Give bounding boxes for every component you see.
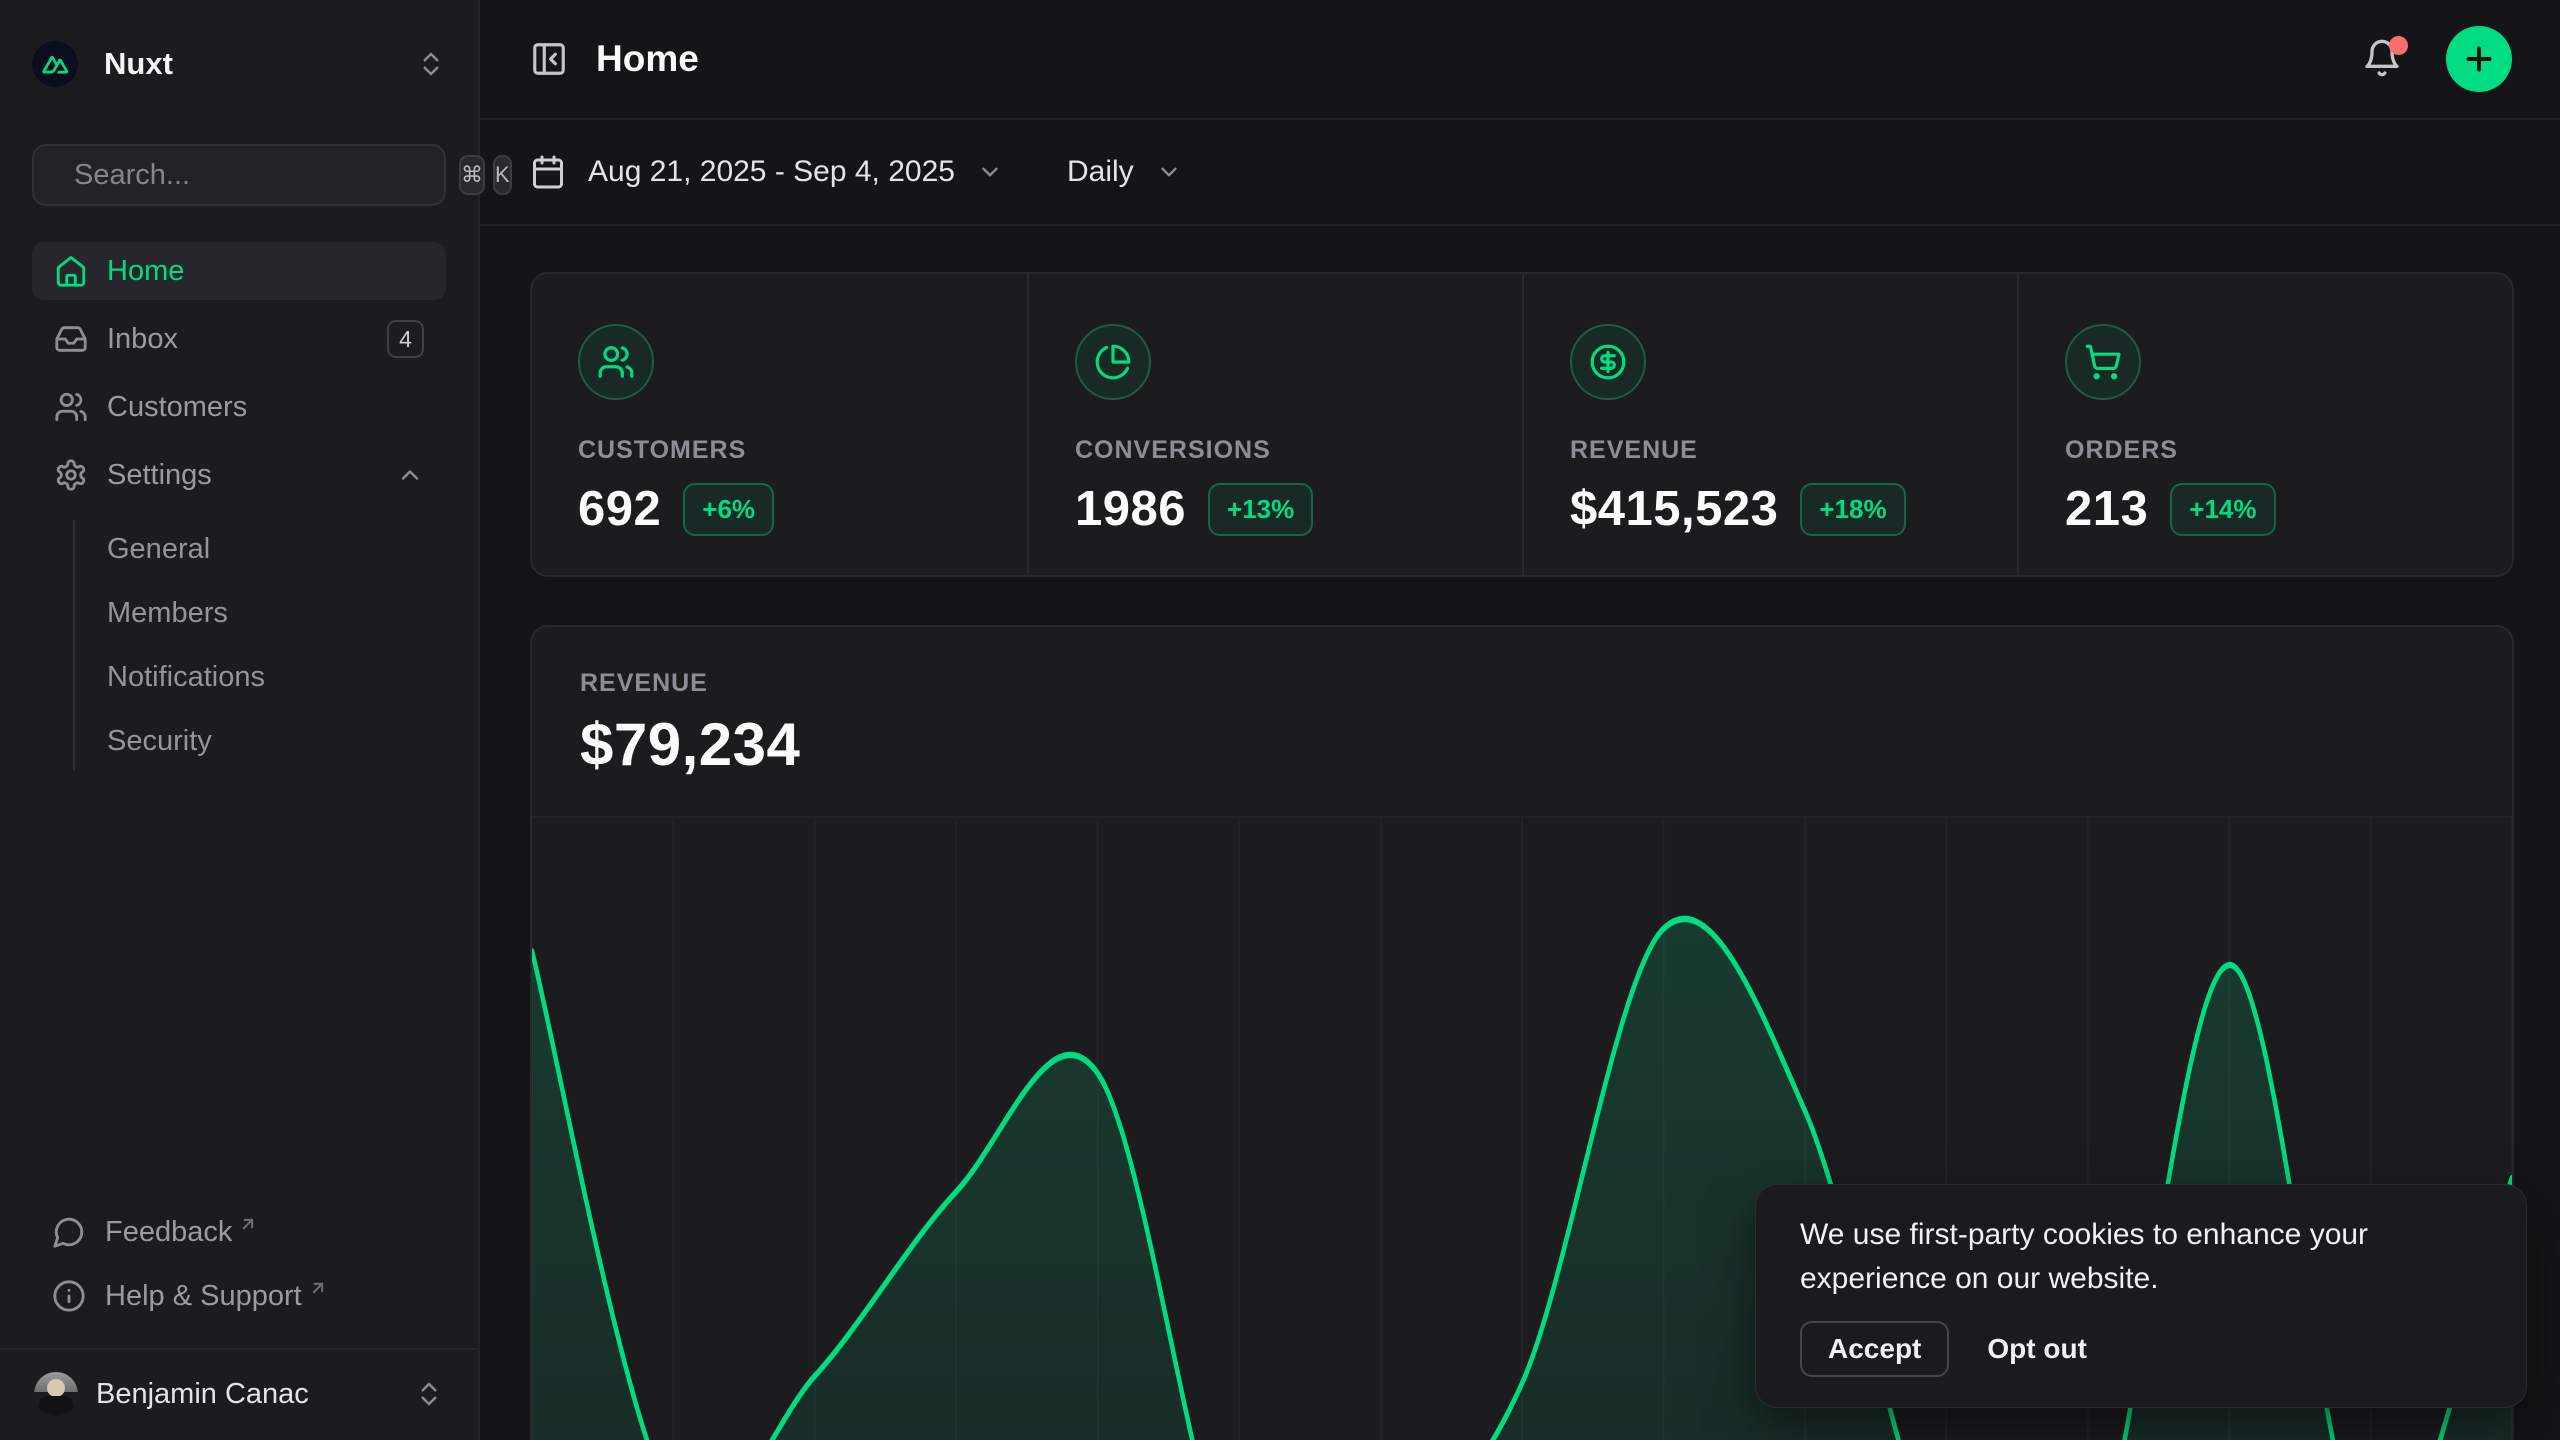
date-range-value: Aug 21, 2025 - Sep 4, 2025 (588, 155, 955, 189)
submenu-label: Members (107, 597, 228, 630)
stat-revenue[interactable]: REVENUE $415,523 +18% (1522, 274, 2017, 575)
nuxt-logo-icon (32, 41, 78, 87)
users-icon (578, 324, 654, 400)
help-support-label: Help & Support (105, 1280, 302, 1313)
cookie-banner: We use first-party cookies to enhance yo… (1755, 1184, 2527, 1408)
cookie-message: We use first-party cookies to enhance yo… (1800, 1213, 2482, 1301)
search-input[interactable] (74, 159, 451, 192)
workspace-switcher[interactable]: Nuxt (32, 32, 446, 96)
pie-chart-icon (1075, 324, 1151, 400)
workspace-name: Nuxt (104, 46, 416, 82)
search-box[interactable]: ⌘ K (32, 144, 446, 206)
sidebar-item-security[interactable]: Security (105, 712, 446, 770)
notification-dot (2389, 36, 2408, 55)
stat-value: $415,523 (1570, 481, 1778, 537)
sidebar-item-label: Home (107, 255, 184, 288)
sidebar-item-home[interactable]: Home (32, 242, 446, 300)
sidebar-item-inbox[interactable]: Inbox 4 (32, 310, 446, 368)
plus-icon (2461, 41, 2497, 77)
chevron-down-icon (1156, 159, 1182, 185)
main-area: Home Aug 21, 2025 - Sep 4, 2025 Daily (480, 0, 2560, 1440)
sidebar-bottom: Feedback Help & Support Benjamin Canac (0, 1204, 478, 1440)
shopping-cart-icon (2065, 324, 2141, 400)
stat-value: 1986 (1075, 481, 1186, 537)
sidebar-item-members[interactable]: Members (105, 584, 446, 642)
message-circle-icon (52, 1215, 86, 1249)
chevron-down-icon (977, 159, 1003, 185)
sidebar-item-notifications[interactable]: Notifications (105, 648, 446, 706)
submenu-label: General (107, 533, 210, 566)
stat-conversions[interactable]: CONVERSIONS 1986 +13% (1027, 274, 1522, 575)
stat-delta-badge: +14% (2170, 483, 2275, 536)
add-button[interactable] (2446, 26, 2512, 92)
stats-card: CUSTOMERS 692 +6% CONVERSIONS 1986 +13% (530, 272, 2514, 577)
panel-left-close-icon (530, 40, 568, 78)
sidebar-nav: Home Inbox 4 Customers Settings General … (32, 242, 446, 770)
chevron-up-down-icon (414, 1379, 444, 1409)
stat-label: ORDERS (2065, 436, 2472, 465)
revenue-chart-value: $79,234 (580, 710, 2464, 779)
sidebar-item-general[interactable]: General (105, 520, 446, 578)
stat-value: 213 (2065, 481, 2148, 537)
stat-label: CUSTOMERS (578, 436, 987, 465)
stat-delta-badge: +6% (683, 483, 774, 536)
home-icon (54, 254, 88, 288)
granularity-value: Daily (1067, 155, 1134, 189)
feedback-label: Feedback (105, 1216, 232, 1249)
inbox-count-badge: 4 (387, 320, 424, 358)
granularity-select[interactable]: Daily (1067, 155, 1182, 189)
external-link-icon (308, 1278, 328, 1298)
submenu-label: Notifications (107, 661, 265, 694)
sidebar-item-label: Settings (107, 459, 212, 492)
avatar (34, 1372, 78, 1416)
chevron-up-icon (396, 461, 424, 489)
sidebar-item-settings[interactable]: Settings (32, 446, 446, 504)
stat-label: REVENUE (1570, 436, 1977, 465)
sidebar-item-customers[interactable]: Customers (32, 378, 446, 436)
settings-submenu: General Members Notifications Security (73, 520, 446, 770)
notifications-button[interactable] (2362, 38, 2404, 80)
info-icon (52, 1279, 86, 1313)
user-menu[interactable]: Benjamin Canac (16, 1362, 462, 1426)
user-name: Benjamin Canac (96, 1378, 414, 1411)
external-link-icon (238, 1214, 258, 1234)
inbox-icon (54, 322, 88, 356)
collapse-sidebar-button[interactable] (530, 40, 568, 78)
dollar-circle-icon (1570, 324, 1646, 400)
accept-cookies-button[interactable]: Accept (1800, 1321, 1949, 1377)
feedback-link[interactable]: Feedback (32, 1204, 446, 1260)
chevron-up-down-icon (416, 49, 446, 79)
sidebar-item-label: Inbox (107, 323, 178, 356)
revenue-chart-label: REVENUE (580, 669, 2464, 698)
stat-orders[interactable]: ORDERS 213 +14% (2017, 274, 2512, 575)
stat-value: 692 (578, 481, 661, 537)
submenu-label: Security (107, 725, 212, 758)
sidebar-item-label: Customers (107, 391, 247, 424)
users-icon (54, 390, 88, 424)
sidebar-divider (0, 1348, 478, 1350)
stat-delta-badge: +18% (1800, 483, 1905, 536)
stat-delta-badge: +13% (1208, 483, 1313, 536)
topbar: Home (480, 0, 2560, 120)
page-title: Home (596, 38, 699, 80)
stat-label: CONVERSIONS (1075, 436, 1482, 465)
help-support-link[interactable]: Help & Support (32, 1268, 446, 1324)
date-range-picker[interactable]: Aug 21, 2025 - Sep 4, 2025 (530, 154, 1003, 190)
stat-customers[interactable]: CUSTOMERS 692 +6% (532, 274, 1027, 575)
filter-bar: Aug 21, 2025 - Sep 4, 2025 Daily (480, 120, 2560, 226)
calendar-icon (530, 154, 566, 190)
sidebar: Nuxt ⌘ K Home Inbox 4 Customers Settings (0, 0, 480, 1440)
gear-icon (54, 458, 88, 492)
optout-cookies-button[interactable]: Opt out (1987, 1323, 2087, 1375)
